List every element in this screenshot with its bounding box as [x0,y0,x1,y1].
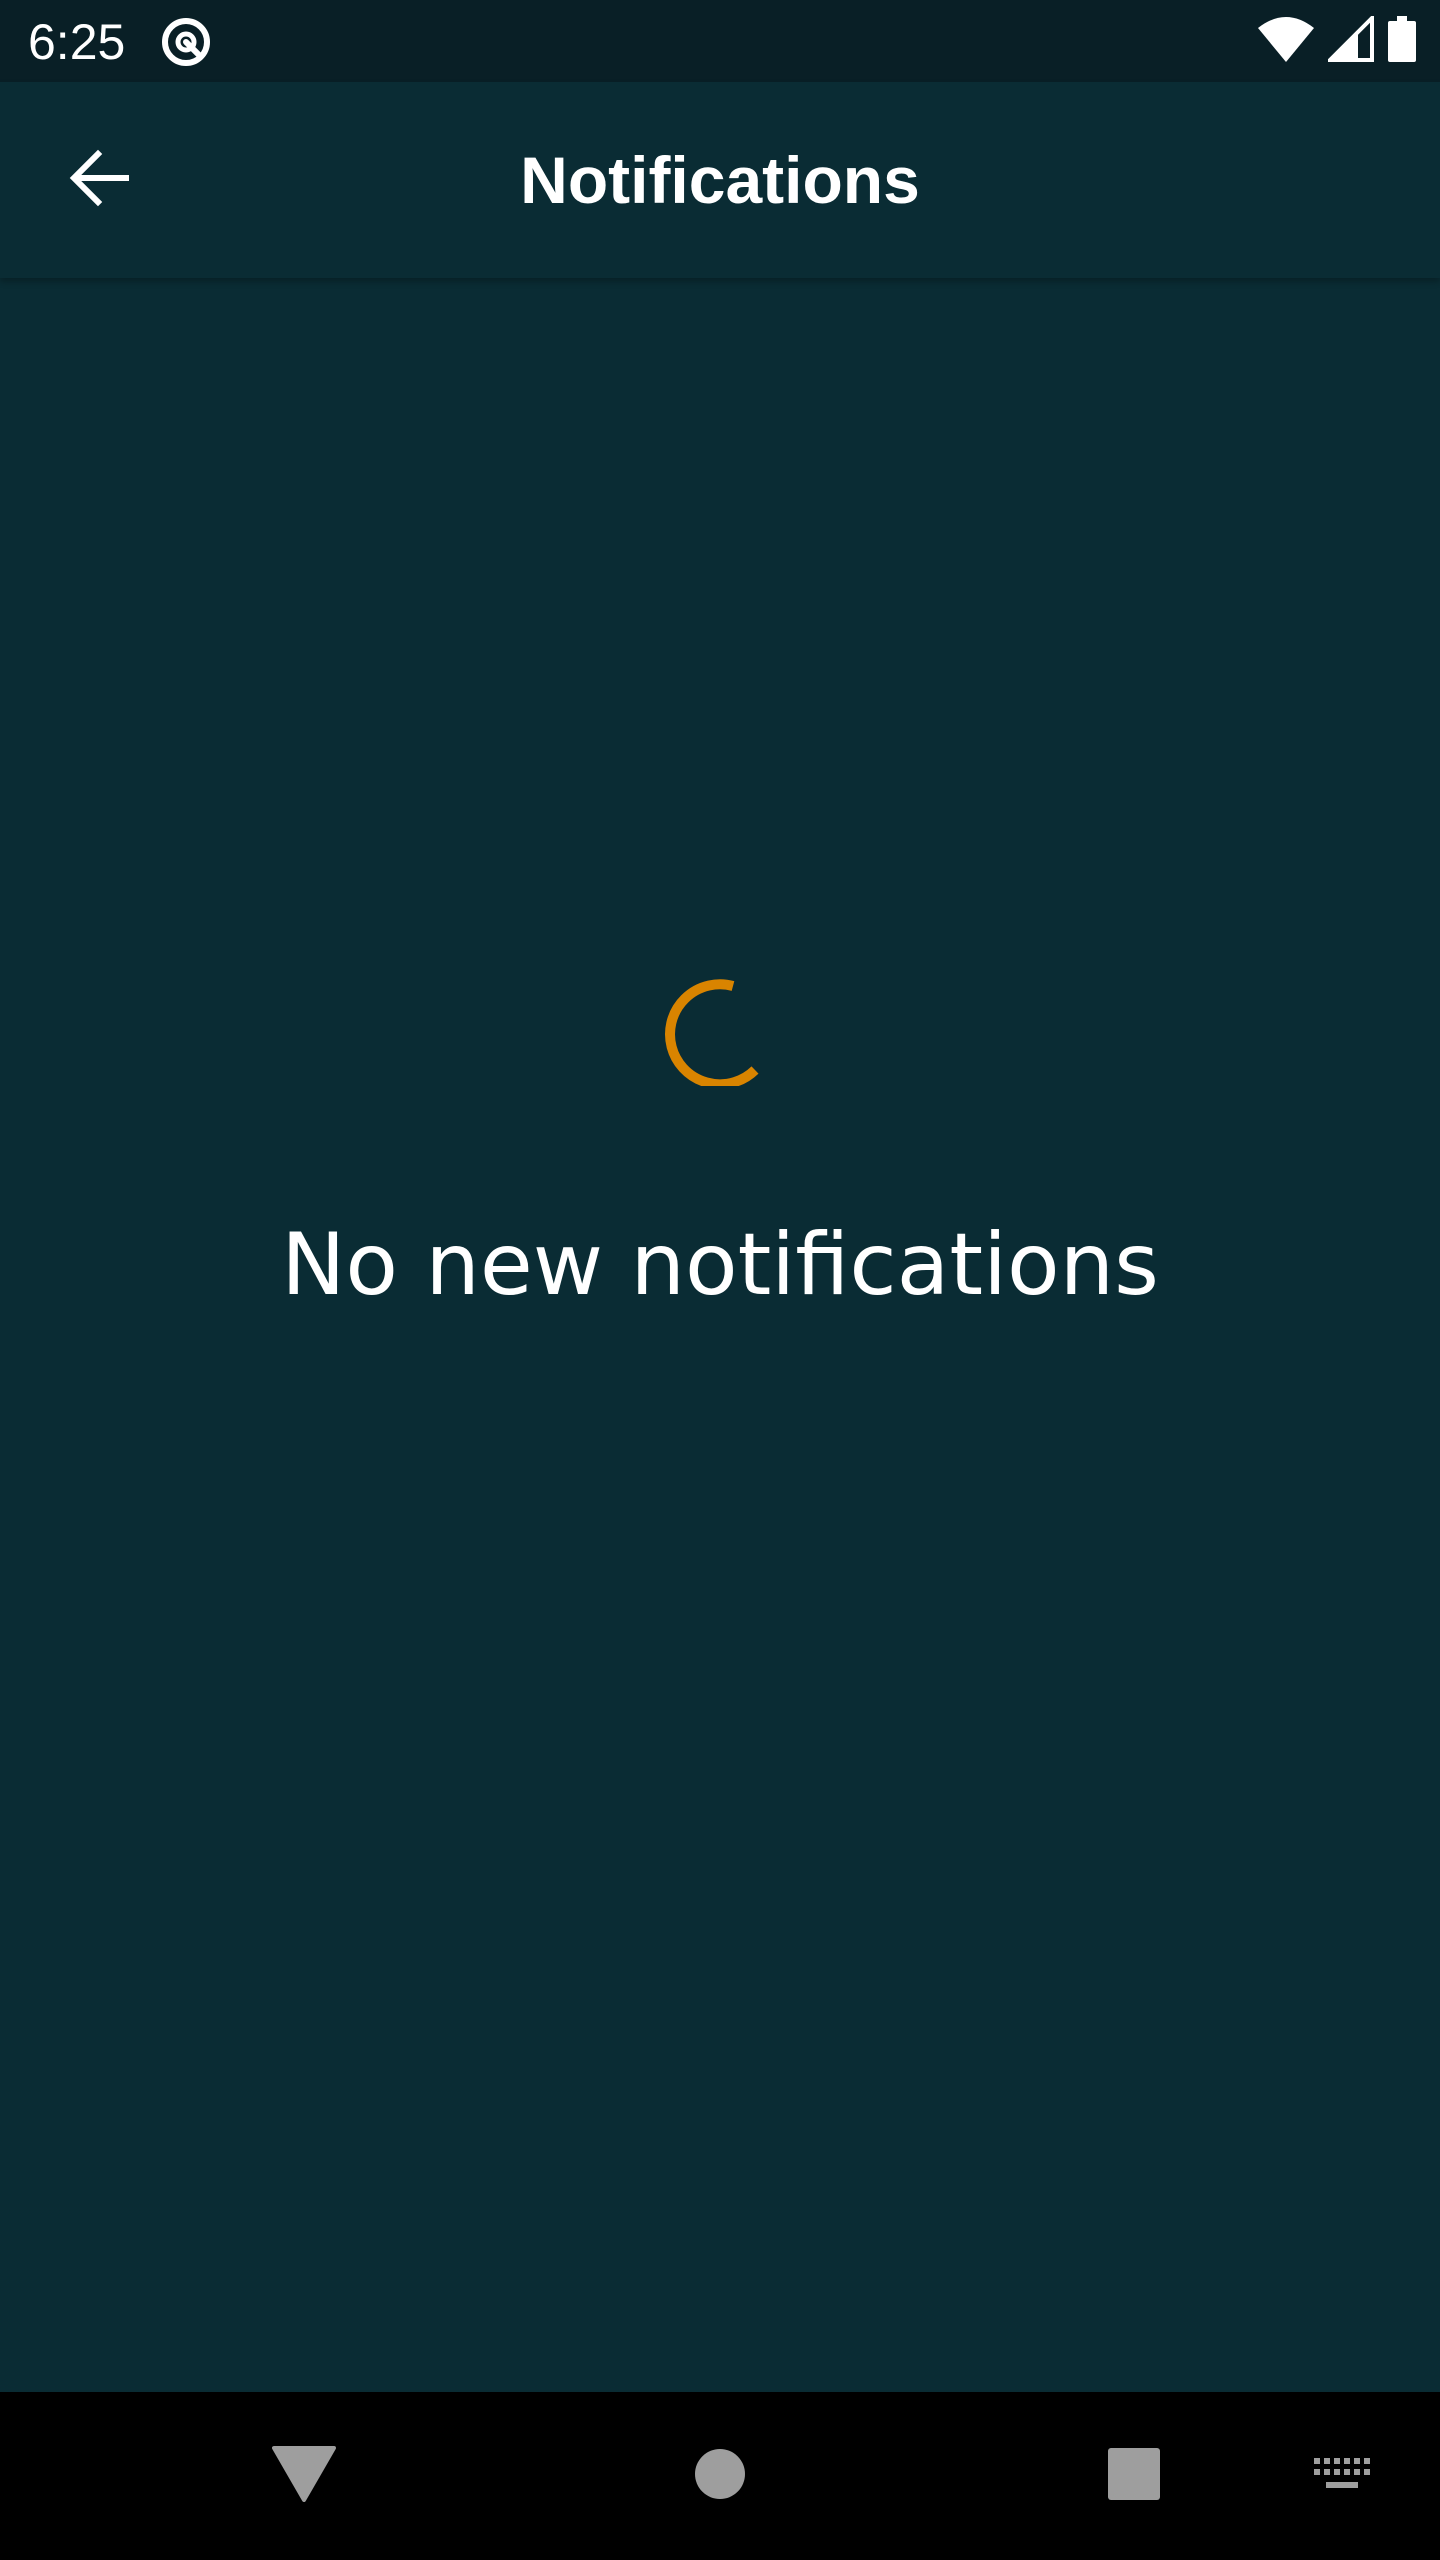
page-title: Notifications [520,143,920,217]
back-triangle-icon [272,2445,336,2507]
back-button[interactable] [48,128,152,232]
cell-signal-icon [1325,12,1374,67]
keyboard-icon [1312,2456,1372,2497]
recents-square-icon [1107,2447,1161,2506]
nav-keyboard-button[interactable] [1300,2434,1384,2518]
home-circle-icon [694,2448,746,2505]
nav-back-button[interactable] [262,2434,346,2518]
status-time: 6:25 [28,14,126,70]
loading-spinner-icon [643,966,763,1090]
status-bar: 6:25 [0,0,1440,82]
nav-home-button[interactable] [678,2434,762,2518]
at-sign-icon [160,16,212,68]
wifi-icon [1258,16,1314,67]
screen: 6:25 Notifications No new notifications [0,0,1440,2560]
status-icons [1258,12,1416,67]
nav-recents-button[interactable] [1092,2434,1176,2518]
app-bar: Notifications [0,82,1440,278]
empty-state-message: No new notifications [281,1215,1159,1315]
battery-icon [1388,15,1416,67]
arrow-back-icon [68,146,132,215]
system-nav-bar [0,2392,1440,2560]
